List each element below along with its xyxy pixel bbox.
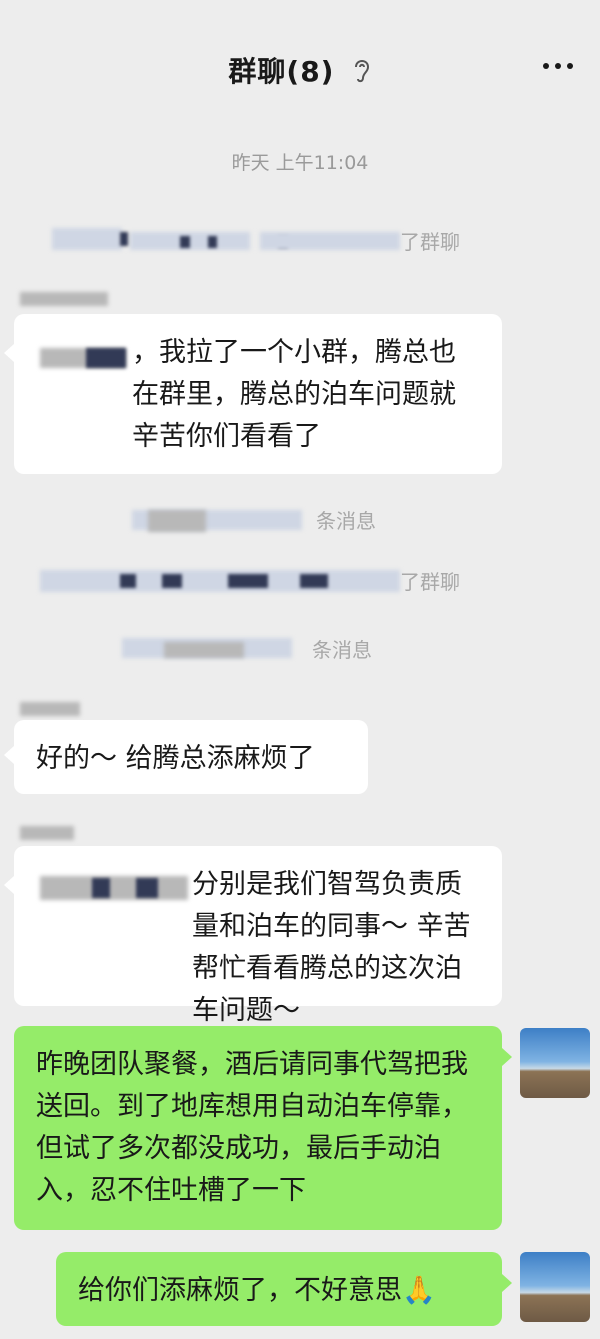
message-text: 给你们添麻烦了，不好意思 xyxy=(78,1275,402,1306)
system-text: 条消息 xyxy=(312,638,372,662)
sender-name xyxy=(20,292,108,306)
message-text: 分别是我们智驾负责质量和泊车的同事～ 辛苦帮忙看看腾总的这次泊车问题～ xyxy=(192,869,471,1026)
bubble-tail xyxy=(4,746,14,764)
message-text: 好的～ 给腾总添麻烦了 xyxy=(36,743,315,774)
more-options-icon[interactable] xyxy=(540,54,576,78)
folded-hands-emoji: 🙏 xyxy=(402,1275,436,1306)
bubble-tail xyxy=(502,1274,512,1292)
message-bubble-incoming[interactable]: 好的～ 给腾总添麻烦了 xyxy=(14,720,368,794)
system-text: 了群聊 xyxy=(400,570,460,594)
avatar[interactable] xyxy=(520,1028,590,1098)
message-bubble-outgoing[interactable]: 昨晚团队聚餐，酒后请同事代驾把我送回。到了地库想用自动泊车停靠，但试了多次都没成… xyxy=(14,1026,502,1230)
chat-header: 群聊(8) xyxy=(0,0,600,120)
message-text: 昨晚团队聚餐，酒后请同事代驾把我送回。到了地库想用自动泊车停靠，但试了多次都没成… xyxy=(36,1049,468,1206)
bubble-tail xyxy=(502,1048,512,1066)
message-text: ，我拉了一个小群，腾总也在群里，腾总的泊车问题就辛苦你们看看了 xyxy=(132,337,456,452)
message-timestamp: 昨天 上午11:04 xyxy=(231,152,369,174)
earpiece-mode-icon[interactable] xyxy=(352,55,372,85)
message-bubble-outgoing[interactable]: 给你们添麻烦了，不好意思🙏 xyxy=(56,1252,502,1326)
system-text: 了群聊 xyxy=(400,230,460,254)
bubble-tail xyxy=(4,344,14,362)
sender-name xyxy=(20,826,74,840)
avatar[interactable] xyxy=(520,1252,590,1322)
bubble-tail xyxy=(4,876,14,894)
mention-names xyxy=(40,876,188,900)
message-bubble-incoming[interactable]: 分别是我们智驾负责质量和泊车的同事～ 辛苦帮忙看看腾总的这次泊车问题～ xyxy=(14,846,502,1026)
message-bubble-incoming[interactable]: ，我拉了一个小群，腾总也在群里，腾总的泊车问题就辛苦你们看看了 xyxy=(14,314,502,474)
system-text: 条消息 xyxy=(316,509,376,533)
chat-title: 群聊(8) xyxy=(228,55,335,88)
sender-name xyxy=(20,702,80,716)
